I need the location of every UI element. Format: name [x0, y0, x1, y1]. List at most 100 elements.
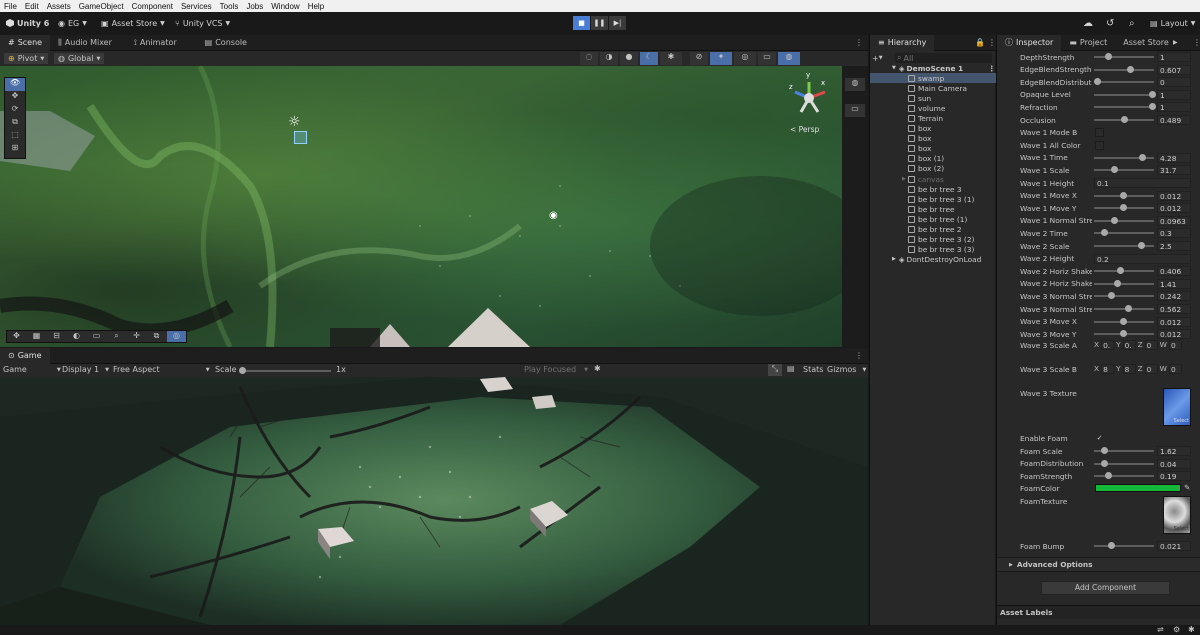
aspect-dropdown[interactable]: Free Aspect ▼ [113, 365, 210, 374]
overlay-pan-button[interactable]: ✛ [127, 331, 146, 342]
tab-asset-store[interactable]: Asset Store [1115, 35, 1177, 51]
menu-services[interactable]: Services [177, 2, 216, 11]
property-slider-knob[interactable] [1120, 317, 1128, 325]
scale-a-x-field[interactable]: 0. [1101, 340, 1115, 350]
fx-dropdown[interactable]: ✱ [660, 52, 682, 65]
property-slider-knob[interactable] [1120, 204, 1128, 212]
property-value-field[interactable]: 1 [1157, 102, 1191, 113]
menu-component[interactable]: Component [128, 2, 177, 11]
scene-overlay-compass-button[interactable]: ◍ [845, 78, 865, 91]
property-slider[interactable] [1094, 459, 1154, 467]
shaded-button[interactable]: ● [620, 52, 638, 65]
foam-texture-slot[interactable]: Select [1163, 496, 1191, 534]
menu-window[interactable]: Window [267, 2, 303, 11]
property-value-field[interactable]: 0.3 [1157, 228, 1191, 239]
overlay-move-button[interactable]: ✥ [7, 331, 26, 342]
property-slider[interactable] [1094, 305, 1154, 312]
menu-assets[interactable]: Assets [43, 2, 75, 11]
property-float-field[interactable]: 0.2 [1094, 253, 1191, 264]
transform-tool-button[interactable]: ⊞ [5, 143, 25, 156]
property-slider-knob[interactable] [1149, 103, 1156, 111]
scale-b-x-field[interactable]: 8 [1101, 364, 1115, 374]
foam-bump-slider[interactable] [1094, 542, 1154, 549]
property-slider[interactable] [1094, 103, 1156, 111]
property-value-field[interactable]: 0 [1157, 77, 1191, 88]
hierarchy-item[interactable]: be br tree [870, 204, 996, 214]
hierarchy-item[interactable]: box (2) [870, 164, 996, 174]
overlay-settings-button[interactable]: ◎ [167, 331, 186, 342]
rect-tool-button[interactable]: ⬚ [5, 130, 25, 143]
tab-hierarchy[interactable]: ≡ Hierarchy [870, 34, 935, 51]
step-button[interactable]: ▶| [609, 16, 626, 30]
property-checkbox[interactable] [1095, 140, 1104, 150]
property-float-field[interactable]: 0.1 [1094, 178, 1191, 188]
wireframe-button[interactable]: ◌ [580, 52, 598, 65]
settings-icon[interactable]: ⚙ [1173, 625, 1180, 634]
add-component-button[interactable]: Add Component [1041, 581, 1170, 595]
texture-select-label[interactable]: Select [1174, 418, 1189, 424]
property-slider[interactable] [1094, 116, 1154, 123]
property-slider[interactable] [1094, 53, 1154, 60]
search-button[interactable]: ⌕ [1129, 15, 1135, 31]
scale-slider-knob[interactable] [239, 367, 246, 374]
foam-bump-field[interactable]: 0.021 [1157, 541, 1191, 551]
stats-button[interactable]: Stats [803, 365, 823, 374]
asset-labels-header[interactable]: Asset Labels [997, 605, 1200, 619]
property-slider-knob[interactable] [1107, 292, 1115, 300]
foam-texture-select-label[interactable]: Select [1174, 526, 1189, 532]
hierarchy-item[interactable]: be br tree (1) [870, 214, 996, 224]
menu-help[interactable]: Help [304, 2, 328, 11]
gizmos-game-dropdown[interactable]: Gizmos ▼ [827, 365, 866, 374]
chevron-right-icon[interactable]: ▶ [902, 176, 906, 182]
menu-file[interactable]: File [0, 2, 21, 11]
overlay-search-button[interactable]: ⌕ [107, 331, 126, 342]
menu-jobs[interactable]: Jobs [242, 2, 267, 11]
property-slider[interactable] [1094, 166, 1154, 174]
property-slider-knob[interactable] [1149, 90, 1156, 98]
audio-toggle[interactable]: ⊘ [690, 52, 708, 65]
property-slider-knob[interactable] [1105, 53, 1112, 60]
sun-light-icon[interactable]: ☼ [288, 114, 301, 130]
stop-button[interactable]: ■ [573, 16, 590, 30]
property-slider-knob[interactable] [1120, 330, 1128, 338]
property-value-field[interactable]: 0.406 [1157, 266, 1191, 277]
hierarchy-item[interactable]: box (1) [870, 154, 996, 164]
property-value-field[interactable]: 2.5 [1157, 241, 1191, 251]
lock-icon[interactable]: 🔒 [975, 38, 985, 47]
camera-eye-icon[interactable]: ◉ [549, 210, 558, 221]
chevron-right-icon[interactable]: ▶ [1173, 39, 1178, 46]
scene-root-row[interactable]: ▼ ◈ DemoScene 1 ⋮ [870, 63, 996, 73]
game-view[interactable] [0, 377, 868, 625]
eyedropper-icon[interactable]: ✎ [1184, 483, 1190, 492]
property-slider[interactable] [1094, 317, 1154, 325]
gizmos-dropdown[interactable]: ◍ [778, 52, 800, 65]
property-slider[interactable] [1094, 267, 1154, 275]
property-slider-knob[interactable] [1125, 305, 1133, 312]
scale-a-z-field[interactable]: 0 [1144, 340, 1158, 350]
property-slider[interactable] [1094, 65, 1154, 73]
scale-tool-button[interactable]: ⧉ [5, 117, 25, 130]
tab-console[interactable]: ▤ Console [197, 35, 255, 51]
network-icon[interactable]: ⇌ [1157, 625, 1164, 634]
game-mode-dropdown[interactable]: Game ▼ [3, 365, 61, 374]
property-slider[interactable] [1094, 292, 1154, 300]
hierarchy-search[interactable]: ⌕ All [895, 53, 992, 63]
property-value-field[interactable]: 0.242 [1157, 291, 1191, 302]
property-slider-knob[interactable] [1117, 267, 1125, 275]
property-value-field[interactable]: 0.04 [1157, 458, 1191, 469]
view-tool-button[interactable]: 👁 [5, 78, 25, 91]
probe-cube-icon[interactable] [294, 131, 307, 144]
scene-overlay-camera-button[interactable]: ▭ [845, 104, 865, 117]
move-tool-button[interactable]: ✥ [5, 91, 25, 104]
property-slider-knob[interactable] [1094, 78, 1101, 86]
dontdestroy-row[interactable]: ▶ ◈ DontDestroyOnLoad [870, 254, 996, 264]
property-value-field[interactable]: 0.607 [1157, 64, 1191, 75]
property-value-field[interactable]: 0.19 [1157, 471, 1191, 481]
hierarchy-item[interactable]: be br tree 2 [870, 225, 996, 235]
foam-color-swatch[interactable] [1095, 484, 1181, 492]
grid-layout-icon[interactable]: ▤ [787, 364, 795, 373]
foam-bump-knob[interactable] [1107, 542, 1115, 549]
scene-view[interactable]: 👁 ✥ ⟳ ⧉ ⬚ ⊞ ☼ ◉ y x z < Persp ✥ ▦ ⊟ ◐ ▭ … [0, 66, 842, 347]
property-slider-knob[interactable] [1100, 459, 1108, 467]
property-slider[interactable] [1094, 472, 1154, 479]
